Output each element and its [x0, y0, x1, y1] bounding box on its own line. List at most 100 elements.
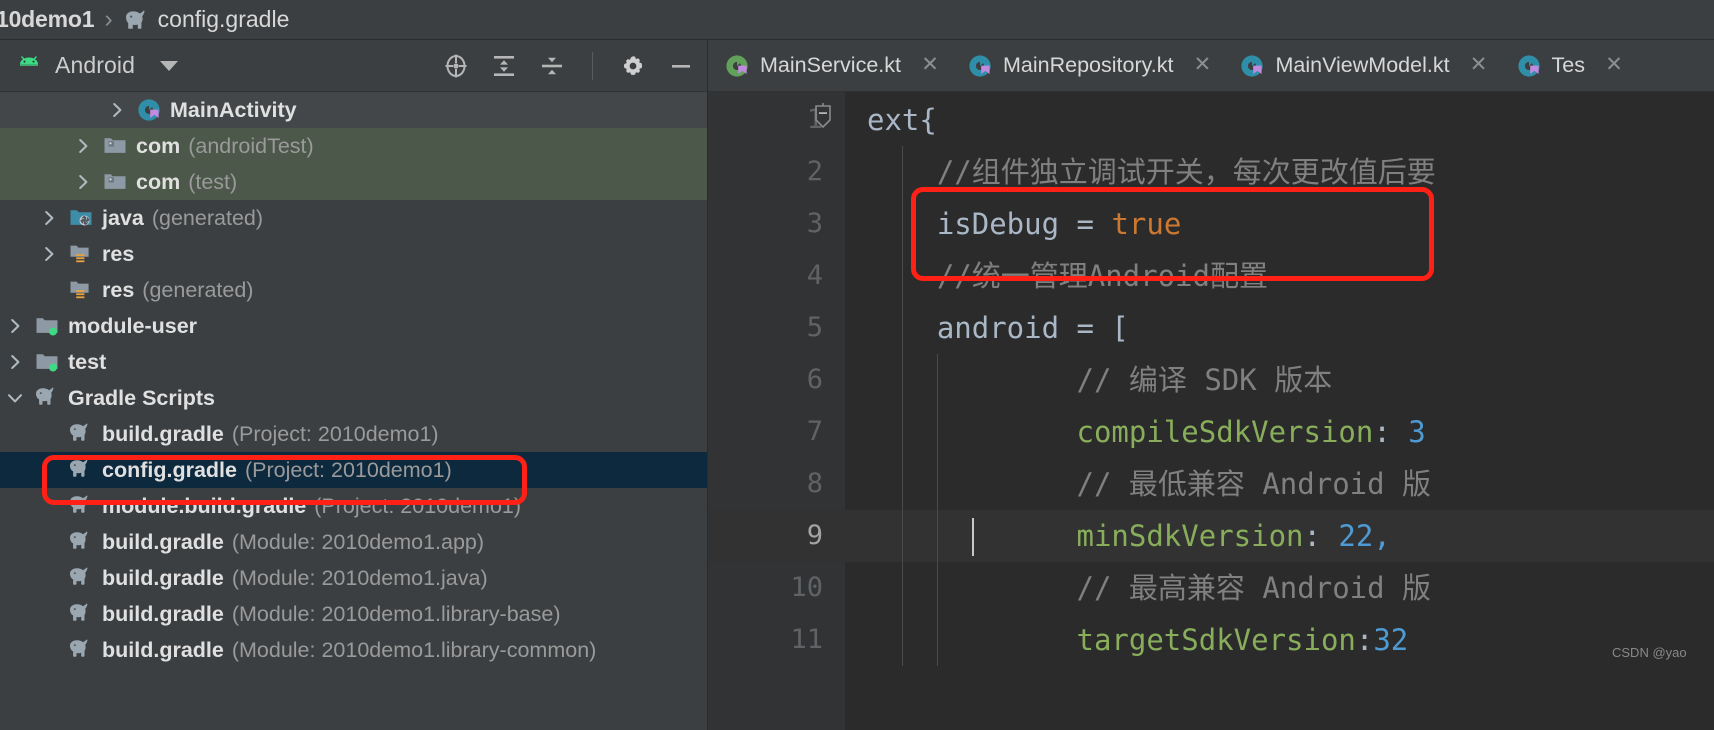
code-line[interactable]: compileSdkVersion: 3 [845, 406, 1714, 458]
tree-row[interactable]: build.gradle (Project: 2010demo1) [0, 416, 707, 452]
chevron-right-icon[interactable] [4, 351, 26, 373]
breadcrumb-separator-icon: › [104, 5, 113, 33]
gutter-row [708, 614, 845, 666]
editor-tab-label: Tes [1551, 53, 1586, 77]
line-number: 9 [806, 520, 823, 551]
tree-row[interactable]: config.gradle (Project: 2010demo1) [0, 452, 707, 488]
chevron-right-icon[interactable] [72, 171, 94, 193]
project-panel-title: Android [55, 52, 135, 78]
code-line[interactable]: ext{ [845, 94, 1714, 146]
editor-tab-label: MainViewModel.kt [1275, 53, 1450, 77]
project-panel-header: Android [0, 40, 707, 92]
code-line[interactable]: isDebug = true [845, 198, 1714, 250]
kotlin-file-icon [1239, 53, 1265, 79]
settings-gear-icon[interactable] [619, 52, 647, 80]
tree-row-sublabel: (generated) [151, 205, 264, 230]
line-number: 5 [806, 312, 823, 343]
breadcrumb-file[interactable]: config.gradle [158, 6, 290, 33]
tree-row[interactable]: test [0, 344, 707, 380]
code-line[interactable]: targetSdkVersion:32 [845, 614, 1714, 666]
breadcrumb-project[interactable]: 10demo1 [0, 6, 95, 33]
close-icon[interactable]: ✕ [919, 54, 941, 77]
chevron-right-icon[interactable] [106, 99, 128, 121]
kotlin-file-icon [1516, 53, 1542, 79]
tree-row[interactable]: build.gradle (Module: 2010demo1.java) [0, 560, 707, 596]
tree-row[interactable]: build.gradle (Module: 2010demo1.library-c… [0, 632, 707, 668]
collapse-all-icon[interactable] [538, 52, 566, 80]
tree-row[interactable]: MainActivity [0, 92, 707, 128]
tree-row[interactable]: res (generated) [0, 272, 707, 308]
code-token: //组件独立调试开关，每次更改值后要 [867, 155, 1436, 189]
tree-row-label: test [68, 349, 107, 374]
editor-tab[interactable]: MainRepository.kt ✕ [951, 40, 1223, 91]
tree-row[interactable]: java (generated) [0, 200, 707, 236]
folder-java-generated-icon [68, 205, 94, 231]
toolbar-divider [592, 51, 593, 80]
code-token: targetSdkVersion [867, 623, 1356, 657]
fold-marker-icon[interactable] [811, 97, 835, 139]
tree-row-sublabel: (Module: 2010demo1.library-common) [231, 637, 597, 662]
tree-row-label: build.gradle [102, 637, 224, 662]
tree-row-sublabel: (Project: 2010demo1) [244, 457, 452, 482]
gutter-row [708, 146, 845, 198]
code-editor[interactable]: 1 2 3 4 5 6 7 8 9 10 11 ext{ //组件独立调试开关，每次更改值后要 is… [708, 92, 1714, 730]
code-line[interactable]: // 编译 SDK 版本 [845, 354, 1714, 406]
tree-row[interactable]: com (androidTest) [0, 128, 707, 164]
code-token: //统一管理Android配置 [867, 259, 1268, 293]
code-line[interactable]: // 最高兼容 Android 版 [845, 562, 1714, 614]
line-number: 8 [806, 468, 823, 499]
code-token: : [1373, 415, 1409, 449]
tree-row-label: java [102, 205, 144, 230]
editor-tabbar[interactable]: MainService.kt ✕ MainRepository.kt ✕ MainVie… [708, 40, 1714, 92]
editor-tab[interactable]: MainViewModel.kt ✕ [1223, 40, 1499, 91]
hide-panel-icon[interactable] [667, 52, 695, 80]
code-line[interactable]: //组件独立调试开关，每次更改值后要 [845, 146, 1714, 198]
project-view-selector[interactable]: Android [14, 52, 178, 79]
gutter-row [708, 250, 845, 302]
tree-chevron-placeholder [38, 567, 60, 589]
chevron-right-icon[interactable] [4, 315, 26, 337]
tree-row[interactable]: build.gradle (Module: 2010demo1.library-b… [0, 596, 707, 632]
editor-tab[interactable]: MainService.kt ✕ [708, 40, 951, 91]
project-tree[interactable]: MainActivity com (androidTest) com (test) jav… [0, 92, 707, 730]
code-token: // 最高兼容 Android 版 [867, 571, 1432, 605]
line-number: 10 [790, 572, 823, 603]
code-content[interactable]: ext{ //组件独立调试开关，每次更改值后要 isDebug = true /… [815, 92, 1714, 730]
line-number: 6 [806, 364, 823, 395]
editor-tab[interactable]: Tes ✕ [1500, 40, 1635, 91]
tree-row-label: config.gradle [102, 457, 237, 482]
code-line[interactable]: //统一管理Android配置 [845, 250, 1714, 302]
tree-row[interactable]: build.gradle (Module: 2010demo1.app) [0, 524, 707, 560]
code-line[interactable]: // 最低兼容 Android 版 [845, 458, 1714, 510]
main-split: Android MainActivity com (androidTest) c… [0, 40, 1714, 730]
line-number: 3 [806, 208, 823, 239]
tree-row[interactable]: module.build.gradle (Project: 2010demo1) [0, 488, 707, 524]
code-token: 22, [1338, 519, 1391, 553]
code-line[interactable]: android = [ [845, 302, 1714, 354]
tree-chevron-placeholder [38, 603, 60, 625]
chevron-right-icon[interactable] [38, 243, 60, 265]
tree-row-label: res [102, 241, 135, 266]
code-token: true [1111, 207, 1182, 241]
code-token: android = [ [867, 311, 1129, 345]
code-line[interactable]: minSdkVersion: 22, [845, 510, 1714, 562]
expand-all-icon[interactable] [490, 52, 518, 80]
code-token: 3 [1408, 415, 1426, 449]
close-icon[interactable]: ✕ [1191, 54, 1213, 77]
close-icon[interactable]: ✕ [1603, 54, 1625, 77]
chevron-down-icon[interactable] [4, 387, 26, 409]
tree-row[interactable]: com (test) [0, 164, 707, 200]
chevron-down-icon[interactable] [159, 60, 178, 71]
folder-module-icon [34, 349, 60, 375]
tree-row[interactable]: res [0, 236, 707, 272]
tree-row[interactable]: module-user [0, 308, 707, 344]
close-icon[interactable]: ✕ [1468, 54, 1490, 77]
chevron-right-icon[interactable] [38, 207, 60, 229]
gradle-elephant-icon [68, 637, 94, 663]
tree-row[interactable]: Gradle Scripts [0, 380, 707, 416]
gradle-elephant-icon [68, 529, 94, 555]
tree-row-sublabel: (test) [188, 169, 238, 194]
select-opened-file-icon[interactable] [442, 52, 470, 80]
tree-row-label: build.gradle [102, 565, 224, 590]
chevron-right-icon[interactable] [72, 135, 94, 157]
